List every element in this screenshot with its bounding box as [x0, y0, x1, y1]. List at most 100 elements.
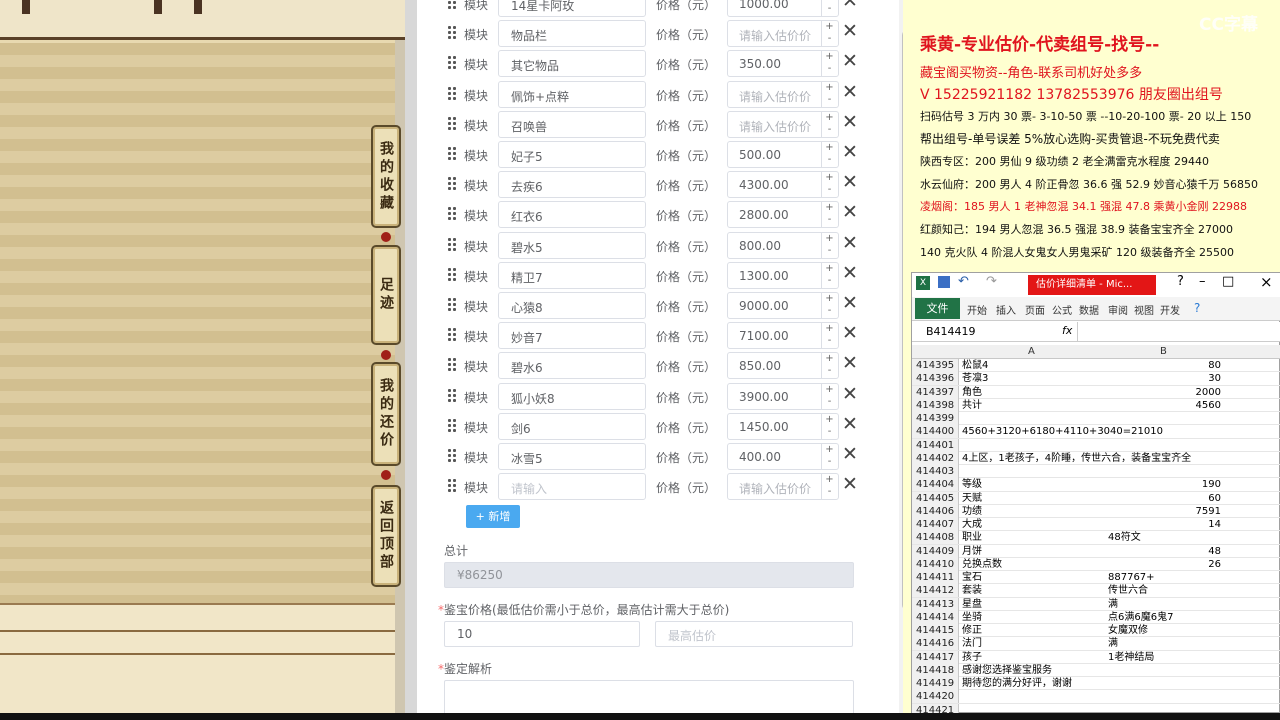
price-stepper[interactable]: +- [821, 474, 837, 500]
price-stepper[interactable]: +- [821, 21, 837, 47]
sheet-row[interactable]: 414408 职业 48符文 [912, 531, 1280, 545]
delete-row-icon[interactable]: ✕ [842, 50, 858, 72]
drag-handle-icon[interactable] [447, 55, 457, 72]
sheet-row[interactable]: 414405 天赋 60 [912, 491, 1280, 505]
module-name-input[interactable]: 其它物品 [498, 50, 646, 78]
module-name-input[interactable]: 去疾6 [498, 171, 646, 199]
delete-row-icon[interactable]: ✕ [842, 171, 858, 193]
delete-row-icon[interactable]: ✕ [842, 473, 858, 495]
sheet-row[interactable]: 414407 大成 14 [912, 518, 1280, 532]
footprints-button[interactable]: 足迹 [371, 245, 401, 345]
delete-row-icon[interactable]: ✕ [842, 262, 858, 284]
cell-a[interactable]: 宝石 [962, 571, 982, 584]
undo-icon[interactable]: ↶ [958, 274, 969, 289]
cell-a[interactable]: 兑换点数 [962, 558, 1002, 571]
row-number[interactable]: 414412 [912, 584, 959, 598]
row-number[interactable]: 414407 [912, 518, 959, 531]
cell-b[interactable]: 30 [1108, 372, 1221, 385]
cell-b[interactable]: 26 [1108, 558, 1221, 571]
row-number[interactable]: 414419 [912, 677, 959, 690]
column-b-header[interactable]: B [1160, 346, 1167, 357]
delete-row-icon[interactable]: ✕ [842, 443, 858, 465]
sheet-row[interactable]: 414418 感谢您选择鉴宝服务 [912, 663, 1280, 677]
ribbon-tab[interactable]: 页面 [1025, 302, 1045, 317]
cell-a[interactable]: 修正 [962, 624, 982, 637]
cell-a[interactable]: 法门 [962, 637, 982, 650]
module-name-input[interactable]: 召唤兽 [498, 110, 646, 138]
ribbon-tab[interactable]: 开始 [967, 302, 987, 317]
price-stepper[interactable]: +- [821, 444, 837, 469]
sheet-row[interactable]: 414414 坐骑 点6满6魔6鬼7 [912, 610, 1280, 624]
row-number[interactable]: 414410 [912, 557, 959, 571]
cell-b[interactable]: 满 [1108, 598, 1118, 611]
cell-a[interactable]: 4560+3120+6180+4110+3040=21010 [962, 425, 1163, 438]
drag-handle-icon[interactable] [447, 0, 457, 11]
drag-handle-icon[interactable] [447, 146, 457, 162]
sheet-row[interactable]: 414402 4上区，1老孩子，4阶睡，传世六合，装备宝宝齐全 [912, 451, 1280, 465]
ribbon-tab[interactable]: 公式 [1052, 302, 1072, 317]
drag-handle-icon[interactable] [447, 297, 457, 313]
cell-b[interactable]: 887767+ [1108, 571, 1155, 584]
module-name-input[interactable]: 碧水6 [498, 352, 646, 380]
module-name-input[interactable]: 妙音7 [498, 322, 646, 350]
module-name-input[interactable]: 剑6 [498, 412, 646, 440]
module-name-input[interactable]: 心猿8 [498, 292, 646, 319]
price-stepper[interactable]: +- [821, 111, 837, 137]
drag-handle-icon[interactable] [447, 266, 457, 283]
delete-row-icon[interactable]: ✕ [842, 111, 858, 133]
cell-a[interactable]: 感谢您选择鉴宝服务 [962, 664, 1052, 677]
module-name-input[interactable]: 红衣6 [498, 201, 646, 229]
cell-b[interactable]: 48 [1108, 545, 1221, 558]
price-stepper[interactable]: +- [821, 51, 837, 77]
price-stepper[interactable]: +- [821, 323, 837, 349]
drag-handle-icon[interactable] [447, 115, 457, 132]
cell-a[interactable]: 月饼 [962, 545, 982, 558]
module-name-input[interactable]: 妃子5 [498, 141, 646, 168]
row-number[interactable]: 414416 [912, 637, 959, 651]
cell-b[interactable]: 女魔双修 [1108, 624, 1148, 637]
cell-a[interactable]: 苍凛3 [962, 372, 988, 385]
price-stepper[interactable]: +- [821, 232, 837, 258]
cell-b[interactable]: 80 [1108, 359, 1221, 372]
price-stepper[interactable]: +- [821, 142, 837, 167]
row-number[interactable]: 414403 [912, 465, 959, 478]
drag-handle-icon[interactable] [447, 85, 457, 102]
drag-handle-icon[interactable] [447, 448, 457, 464]
drag-handle-icon[interactable] [447, 357, 457, 374]
sheet-row[interactable]: 414403 [912, 465, 1280, 479]
sheet-row[interactable]: 414399 [912, 412, 1280, 426]
sheet-row[interactable]: 414395 松鼠4 80 [912, 359, 1280, 373]
cell-a[interactable]: 期待您的满分好评，谢谢 [962, 677, 1072, 690]
row-number[interactable]: 414415 [912, 624, 959, 637]
row-number[interactable]: 414402 [912, 451, 959, 465]
restore-icon[interactable]: □ [1222, 274, 1234, 289]
cell-a[interactable]: 功绩 [962, 505, 982, 518]
row-number[interactable]: 414417 [912, 650, 959, 664]
add-module-button[interactable]: + 新增 [466, 505, 520, 528]
cell-a[interactable]: 松鼠4 [962, 359, 988, 372]
cell-b[interactable]: 4560 [1108, 399, 1221, 412]
price-stepper[interactable]: +- [821, 202, 837, 228]
ribbon-tab[interactable]: 插入 [996, 302, 1016, 317]
cell-b[interactable]: 14 [1108, 518, 1221, 531]
module-name-input[interactable]: 精卫7 [498, 261, 646, 289]
row-number[interactable]: 414404 [912, 478, 959, 492]
delete-row-icon[interactable]: ✕ [842, 81, 858, 103]
row-number[interactable]: 414405 [912, 491, 959, 505]
delete-row-icon[interactable]: ✕ [842, 413, 858, 435]
sheet-row[interactable]: 414397 角色 2000 [912, 385, 1280, 399]
ribbon-tab[interactable]: 视图 [1134, 302, 1154, 317]
ribbon-tab[interactable]: 审阅 [1108, 302, 1128, 317]
cell-a[interactable]: 等级 [962, 478, 982, 491]
sheet-row[interactable]: 414396 苍凛3 30 [912, 372, 1280, 386]
file-tab[interactable]: 文件 [915, 298, 960, 319]
price-stepper[interactable]: +- [821, 383, 837, 409]
cell-b[interactable]: 传世六合 [1108, 584, 1148, 597]
sheet-row[interactable]: 414401 [912, 438, 1280, 452]
delete-row-icon[interactable]: ✕ [842, 383, 858, 405]
my-favorites-button[interactable]: 我的收藏 [371, 125, 401, 228]
module-name-input[interactable]: 碧水5 [498, 231, 646, 259]
row-number[interactable]: 414418 [912, 663, 959, 677]
close-window-icon[interactable]: × [1260, 273, 1273, 291]
price-stepper[interactable]: +- [821, 0, 837, 16]
